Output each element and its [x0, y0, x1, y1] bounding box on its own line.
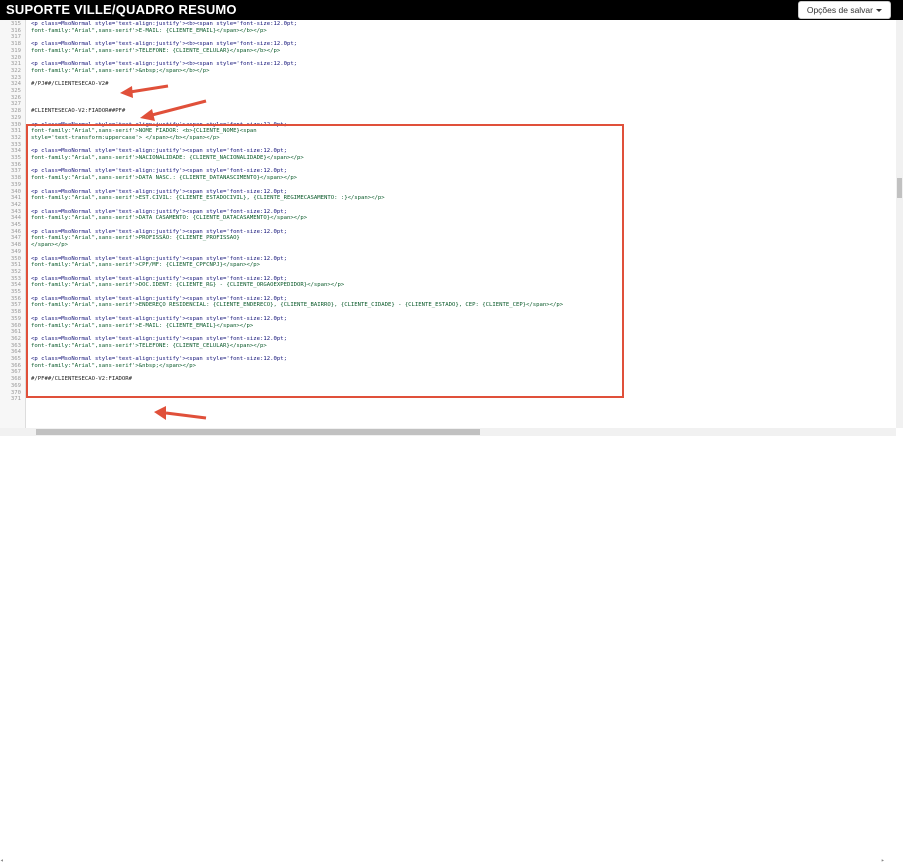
line-number: 341 — [10, 195, 21, 202]
vertical-scrollbar[interactable] — [896, 20, 903, 428]
caret-down-icon — [876, 9, 882, 13]
line-number: 345 — [10, 222, 21, 228]
code-line[interactable]: 319 font-family:"Arial",sans-serif'>TELEF… — [0, 48, 880, 55]
line-number: 342 — [10, 201, 21, 208]
line-number: 319 — [10, 47, 21, 54]
line-number: 328 — [10, 108, 21, 115]
line-number: 315 — [10, 21, 21, 27]
line-number: 361 — [10, 329, 21, 336]
line-number: 368 — [10, 376, 21, 383]
line-number: 317 — [10, 34, 21, 41]
arrow-annotation-3 — [154, 406, 207, 420]
line-number: 316 — [10, 27, 21, 34]
line-number: 338 — [10, 175, 21, 182]
line-number: 356 — [10, 295, 21, 302]
line-number: 366 — [10, 362, 21, 369]
arrow-annotation-2 — [140, 99, 207, 121]
scroll-right-icon[interactable]: ▸ — [881, 858, 885, 864]
line-number: 357 — [10, 302, 21, 309]
line-number: 333 — [10, 141, 21, 148]
line-number: 339 — [10, 181, 21, 188]
line-number: 363 — [10, 342, 21, 349]
code-text: font-family:"Arial",sans-serif'>TELEFONE… — [31, 47, 281, 54]
code-text: font-family:"Arial",sans-serif'>E-MAIL: … — [31, 27, 267, 34]
page-title: SUPORTE VILLE/QUADRO RESUMO — [6, 2, 237, 17]
line-number: 321 — [10, 61, 21, 68]
line-number: 330 — [10, 121, 21, 128]
line-number: 325 — [10, 88, 21, 94]
line-number: 336 — [10, 161, 21, 168]
line-number: 320 — [10, 54, 21, 61]
line-number: 329 — [10, 114, 21, 121]
scroll-left-icon[interactable]: ◂ — [0, 858, 4, 864]
line-number: 348 — [10, 242, 21, 249]
highlight-box — [26, 124, 624, 398]
horizontal-scroll-thumb[interactable] — [36, 429, 480, 435]
line-number: 337 — [10, 168, 21, 175]
code-line[interactable]: 315 <p class=MsoNormal style='text-align:… — [0, 21, 880, 28]
line-number: 353 — [10, 275, 21, 282]
line-number: 334 — [10, 148, 21, 155]
line-number: 371 — [10, 396, 21, 403]
line-number: 351 — [10, 262, 21, 269]
code-line[interactable]: 318 <p class=MsoNormal style='text-align:… — [0, 41, 880, 48]
code-text: <p class=MsoNormal style='text-align:jus… — [31, 41, 298, 48]
line-number: 326 — [10, 94, 21, 101]
line-number: 340 — [10, 188, 21, 195]
line-number: 346 — [10, 228, 21, 235]
code-text: <p class=MsoNormal style='text-align:jus… — [31, 21, 298, 27]
line-number: 358 — [10, 309, 21, 316]
code-line[interactable]: 328 #CLIENTESECAO-V2:FIADOR##PF# — [0, 108, 880, 115]
line-number: 322 — [10, 67, 21, 74]
line-number: 359 — [10, 315, 21, 322]
code-line[interactable]: 327 — [0, 101, 880, 108]
line-number: 335 — [10, 155, 21, 161]
line-number: 344 — [10, 215, 21, 222]
top-bar: SUPORTE VILLE/QUADRO RESUMO Opções de sa… — [0, 0, 903, 20]
line-number: 362 — [10, 335, 21, 342]
line-number: 360 — [10, 322, 21, 329]
code-line[interactable]: 317 — [0, 34, 880, 41]
code-line[interactable]: 321 <p class=MsoNormal style='text-align:… — [0, 61, 880, 68]
line-number: 365 — [10, 356, 21, 362]
line-number: 370 — [10, 389, 21, 396]
horizontal-scrollbar[interactable]: ◂ ▸ — [0, 428, 896, 864]
line-number: 343 — [10, 208, 21, 215]
line-number: 347 — [10, 235, 21, 242]
line-number: 367 — [10, 369, 21, 376]
line-number: 324 — [10, 81, 21, 88]
line-number: 355 — [10, 289, 21, 295]
save-options-button[interactable]: Opções de salvar — [797, 1, 891, 19]
save-options-label: Opções de salvar — [806, 5, 873, 15]
code-text: #CLIENTESECAO-V2:FIADOR##PF# — [31, 108, 126, 115]
vertical-scroll-thumb[interactable] — [897, 178, 902, 198]
code-text: #/PJ##/CLIENTESECAO-V2# — [31, 81, 109, 88]
code-line[interactable]: 329 — [0, 115, 880, 122]
line-number: 331 — [10, 128, 21, 135]
code-line[interactable]: 316 font-family:"Arial",sans-serif'>E-MAI… — [0, 28, 880, 35]
line-number: 323 — [10, 74, 21, 81]
arrow-annotation-1 — [120, 84, 169, 98]
line-number: 369 — [10, 382, 21, 389]
line-number: 354 — [10, 282, 21, 289]
line-number: 364 — [10, 349, 21, 356]
line-number: 327 — [10, 101, 21, 108]
line-number: 349 — [10, 248, 21, 255]
line-number: 318 — [10, 41, 21, 48]
code-line[interactable]: 320 — [0, 55, 880, 62]
line-number: 352 — [10, 268, 21, 275]
code-text: <p class=MsoNormal style='text-align:jus… — [31, 61, 298, 68]
line-number: 350 — [10, 255, 21, 262]
code-line[interactable]: 322 font-family:"Arial",sans-serif'>&nbsp… — [0, 68, 880, 75]
line-number: 332 — [10, 134, 21, 141]
code-text: font-family:"Arial",sans-serif'>&nbsp;</… — [31, 67, 210, 74]
